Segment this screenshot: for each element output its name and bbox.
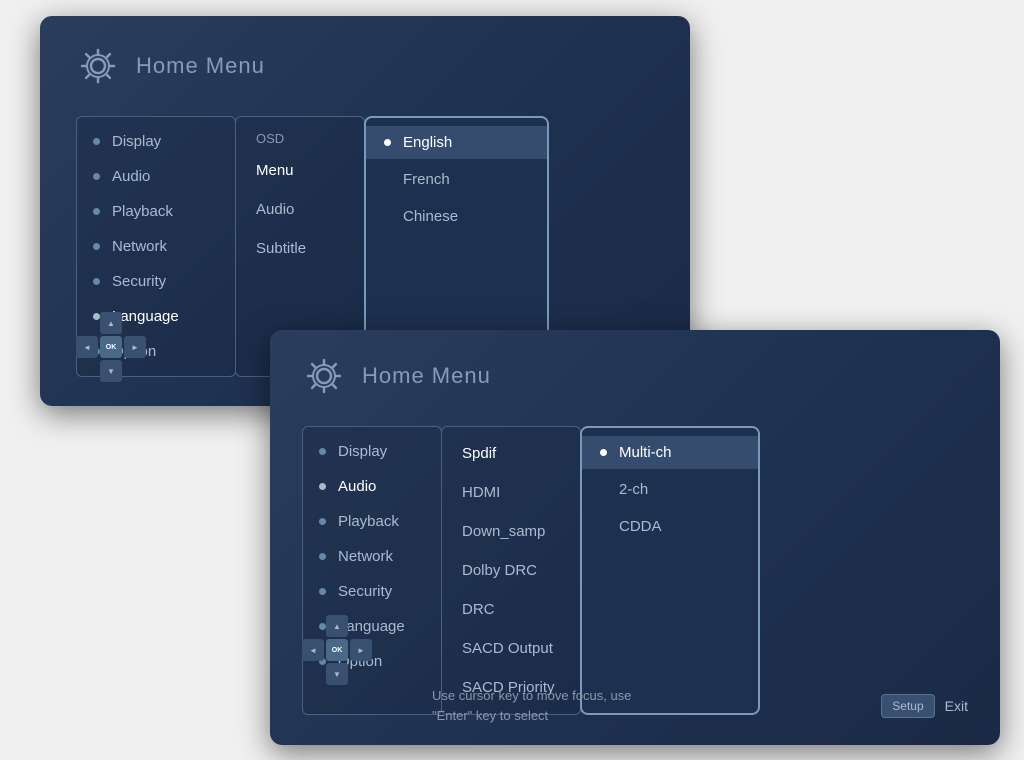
- p2-sub-downsamp[interactable]: Down_samp: [442, 515, 580, 548]
- dpad-grid: ▲ ◄ OK ► ▼: [76, 312, 146, 382]
- p2-dpad-grid: ▲ ◄ OK ► ▼: [302, 615, 372, 685]
- dropdown-item-french[interactable]: French: [366, 163, 547, 196]
- sub-item-audio[interactable]: Audio: [236, 193, 364, 226]
- help-line1: Use cursor key to move focus, use: [432, 686, 631, 706]
- p2-dpad-empty-br: [350, 663, 372, 685]
- panel2-dropdown: Multi-ch 2-ch CDDA: [580, 426, 760, 715]
- dpad-right[interactable]: ►: [124, 336, 146, 358]
- dot-audio: [93, 173, 100, 180]
- p2-dot-security: [319, 588, 326, 595]
- p2-sub-hdmi[interactable]: HDMI: [442, 476, 580, 509]
- sub-item-osd-header: OSD: [236, 127, 364, 148]
- p2-dot-multich: [600, 449, 607, 456]
- panel2: Home Menu Display Audio Playback Network: [270, 330, 1000, 745]
- p2-dropdown-label-multich: Multi-ch: [619, 444, 672, 461]
- menu-item-security[interactable]: Security: [77, 267, 235, 296]
- p2-dropdown-label-2ch: 2-ch: [619, 481, 648, 498]
- menu-label-display: Display: [112, 133, 161, 150]
- panel1-dpad: ▲ ◄ OK ► ▼: [76, 312, 146, 382]
- menu-label-security: Security: [112, 273, 166, 290]
- panel2-sub-menu: Spdif HDMI Down_samp Dolby DRC DRC SACD …: [441, 426, 581, 715]
- dropdown-item-chinese[interactable]: Chinese: [366, 200, 547, 233]
- p2-sub-spdif[interactable]: Spdif: [442, 437, 580, 470]
- panel2-dpad: ▲ ◄ OK ► ▼: [302, 615, 372, 685]
- p2-dpad-down[interactable]: ▼: [326, 663, 348, 685]
- dot-playback: [93, 208, 100, 215]
- dot-display: [93, 138, 100, 145]
- sub-item-subtitle[interactable]: Subtitle: [236, 232, 364, 265]
- panel2-header: Home Menu: [302, 354, 968, 398]
- menu-item-playback[interactable]: Playback: [77, 197, 235, 226]
- dpad-down[interactable]: ▼: [100, 360, 122, 382]
- p2-sub-sacd-output[interactable]: SACD Output: [442, 632, 580, 665]
- panel2-footer: Use cursor key to move focus, use "Enter…: [302, 686, 968, 725]
- p2-dropdown-cdda[interactable]: CDDA: [582, 510, 758, 543]
- dropdown-label-chinese: Chinese: [403, 208, 458, 225]
- panel2-title: Home Menu: [362, 363, 491, 389]
- help-text: Use cursor key to move focus, use "Enter…: [432, 686, 631, 725]
- p2-dot-display: [319, 448, 326, 455]
- p2-menu-item-network[interactable]: Network: [303, 542, 441, 571]
- dot-english: [384, 139, 391, 146]
- p2-sub-dolby[interactable]: Dolby DRC: [442, 554, 580, 587]
- p2-menu-item-audio[interactable]: Audio: [303, 472, 441, 501]
- p2-menu-label-playback: Playback: [338, 513, 399, 530]
- p2-dpad-left[interactable]: ◄: [302, 639, 324, 661]
- dpad-left[interactable]: ◄: [76, 336, 98, 358]
- gear-icon: [76, 44, 120, 88]
- dpad-up[interactable]: ▲: [100, 312, 122, 334]
- panel1-title: Home Menu: [136, 53, 265, 79]
- setup-button[interactable]: Setup: [881, 694, 934, 718]
- panel2-content: Display Audio Playback Network Security …: [302, 426, 968, 715]
- p2-dpad-ok[interactable]: OK: [326, 639, 348, 661]
- p2-dot-playback: [319, 518, 326, 525]
- dpad-empty-bl: [76, 360, 98, 382]
- p2-dpad-empty-tr: [350, 615, 372, 637]
- p2-dot-audio: [319, 483, 326, 490]
- menu-item-network[interactable]: Network: [77, 232, 235, 261]
- p2-menu-label-network: Network: [338, 548, 393, 565]
- dot-network: [93, 243, 100, 250]
- p2-dpad-right[interactable]: ►: [350, 639, 372, 661]
- p2-dpad-up[interactable]: ▲: [326, 615, 348, 637]
- dot-security: [93, 278, 100, 285]
- menu-item-audio[interactable]: Audio: [77, 162, 235, 191]
- dpad-empty-tl: [76, 312, 98, 334]
- menu-label-audio: Audio: [112, 168, 150, 185]
- dropdown-item-english[interactable]: English: [366, 126, 547, 159]
- p2-dpad-empty-bl: [302, 663, 324, 685]
- p2-sub-drc[interactable]: DRC: [442, 593, 580, 626]
- dpad-ok[interactable]: OK: [100, 336, 122, 358]
- p2-menu-label-audio: Audio: [338, 478, 376, 495]
- dropdown-label-french: French: [403, 171, 450, 188]
- p2-dropdown-multich[interactable]: Multi-ch: [582, 436, 758, 469]
- footer-buttons: Setup Exit: [881, 694, 968, 718]
- menu-label-playback: Playback: [112, 203, 173, 220]
- help-line2: "Enter" key to select: [432, 706, 631, 726]
- menu-item-display[interactable]: Display: [77, 127, 235, 156]
- gear-icon-2: [302, 354, 346, 398]
- p2-dpad-empty-tl: [302, 615, 324, 637]
- p2-dot-network: [319, 553, 326, 560]
- p2-dropdown-2ch[interactable]: 2-ch: [582, 473, 758, 506]
- p2-dropdown-label-cdda: CDDA: [619, 518, 662, 535]
- p2-menu-item-playback[interactable]: Playback: [303, 507, 441, 536]
- menu-label-network: Network: [112, 238, 167, 255]
- panel1-header: Home Menu: [76, 44, 654, 88]
- sub-item-menu[interactable]: Menu: [236, 154, 364, 187]
- dpad-empty-tr: [124, 312, 146, 334]
- p2-menu-item-display[interactable]: Display: [303, 437, 441, 466]
- p2-menu-label-security: Security: [338, 583, 392, 600]
- p2-menu-label-display: Display: [338, 443, 387, 460]
- p2-menu-item-security[interactable]: Security: [303, 577, 441, 606]
- dropdown-label-english: English: [403, 134, 452, 151]
- dpad-empty-br: [124, 360, 146, 382]
- exit-label[interactable]: Exit: [945, 698, 968, 714]
